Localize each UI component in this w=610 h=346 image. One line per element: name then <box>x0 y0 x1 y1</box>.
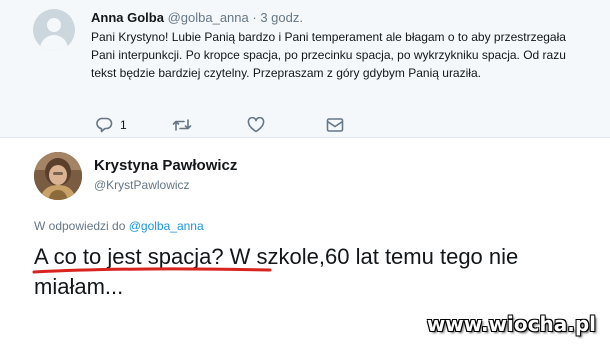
author-avatar-photo[interactable] <box>34 152 82 200</box>
reply-tweet-text: Pani Krystyno! Lubie Panią bardzo i Pani… <box>91 30 566 80</box>
author-handle[interactable]: @KrystPawlowicz <box>94 178 190 192</box>
reply-count: 1 <box>120 118 127 132</box>
author-name[interactable]: Krystyna Pawłowicz <box>94 157 237 174</box>
reply-context-mention[interactable]: @golba_anna <box>129 219 204 233</box>
reply-tweet[interactable]: Anna Golba @golba_anna · 3 godz. Pani Kr… <box>0 0 610 138</box>
avatar-body-shape <box>40 35 68 51</box>
meta-separator: · <box>252 10 257 25</box>
reply-tweet-actions: 1 <box>96 117 356 133</box>
like-icon[interactable] <box>247 117 265 133</box>
default-avatar[interactable] <box>33 9 75 51</box>
avatar-head-shape <box>47 18 61 32</box>
dm-icon[interactable] <box>326 117 344 133</box>
reply-icon[interactable] <box>96 117 113 133</box>
retweet-action[interactable] <box>172 117 192 133</box>
reply-action[interactable]: 1 <box>96 117 127 133</box>
avatar-portrait <box>34 152 82 200</box>
reply-context: W odpowiedzi do @golba_anna <box>34 219 204 233</box>
retweet-icon[interactable] <box>172 117 192 133</box>
site-watermark: www.wiocha.pl <box>426 312 596 336</box>
reply-context-label: W odpowiedzi do <box>34 219 126 233</box>
main-tweet-text: A co to jest spacja? W szkole,60 lat tem… <box>34 244 519 299</box>
reply-author-handle[interactable]: @golba_anna <box>168 10 249 25</box>
reply-author-name[interactable]: Anna Golba <box>91 10 164 25</box>
reply-tweet-header: Anna Golba @golba_anna · 3 godz. <box>91 10 303 25</box>
like-action[interactable] <box>247 117 265 133</box>
reply-timestamp[interactable]: 3 godz. <box>260 10 303 25</box>
dm-action[interactable] <box>326 117 344 133</box>
